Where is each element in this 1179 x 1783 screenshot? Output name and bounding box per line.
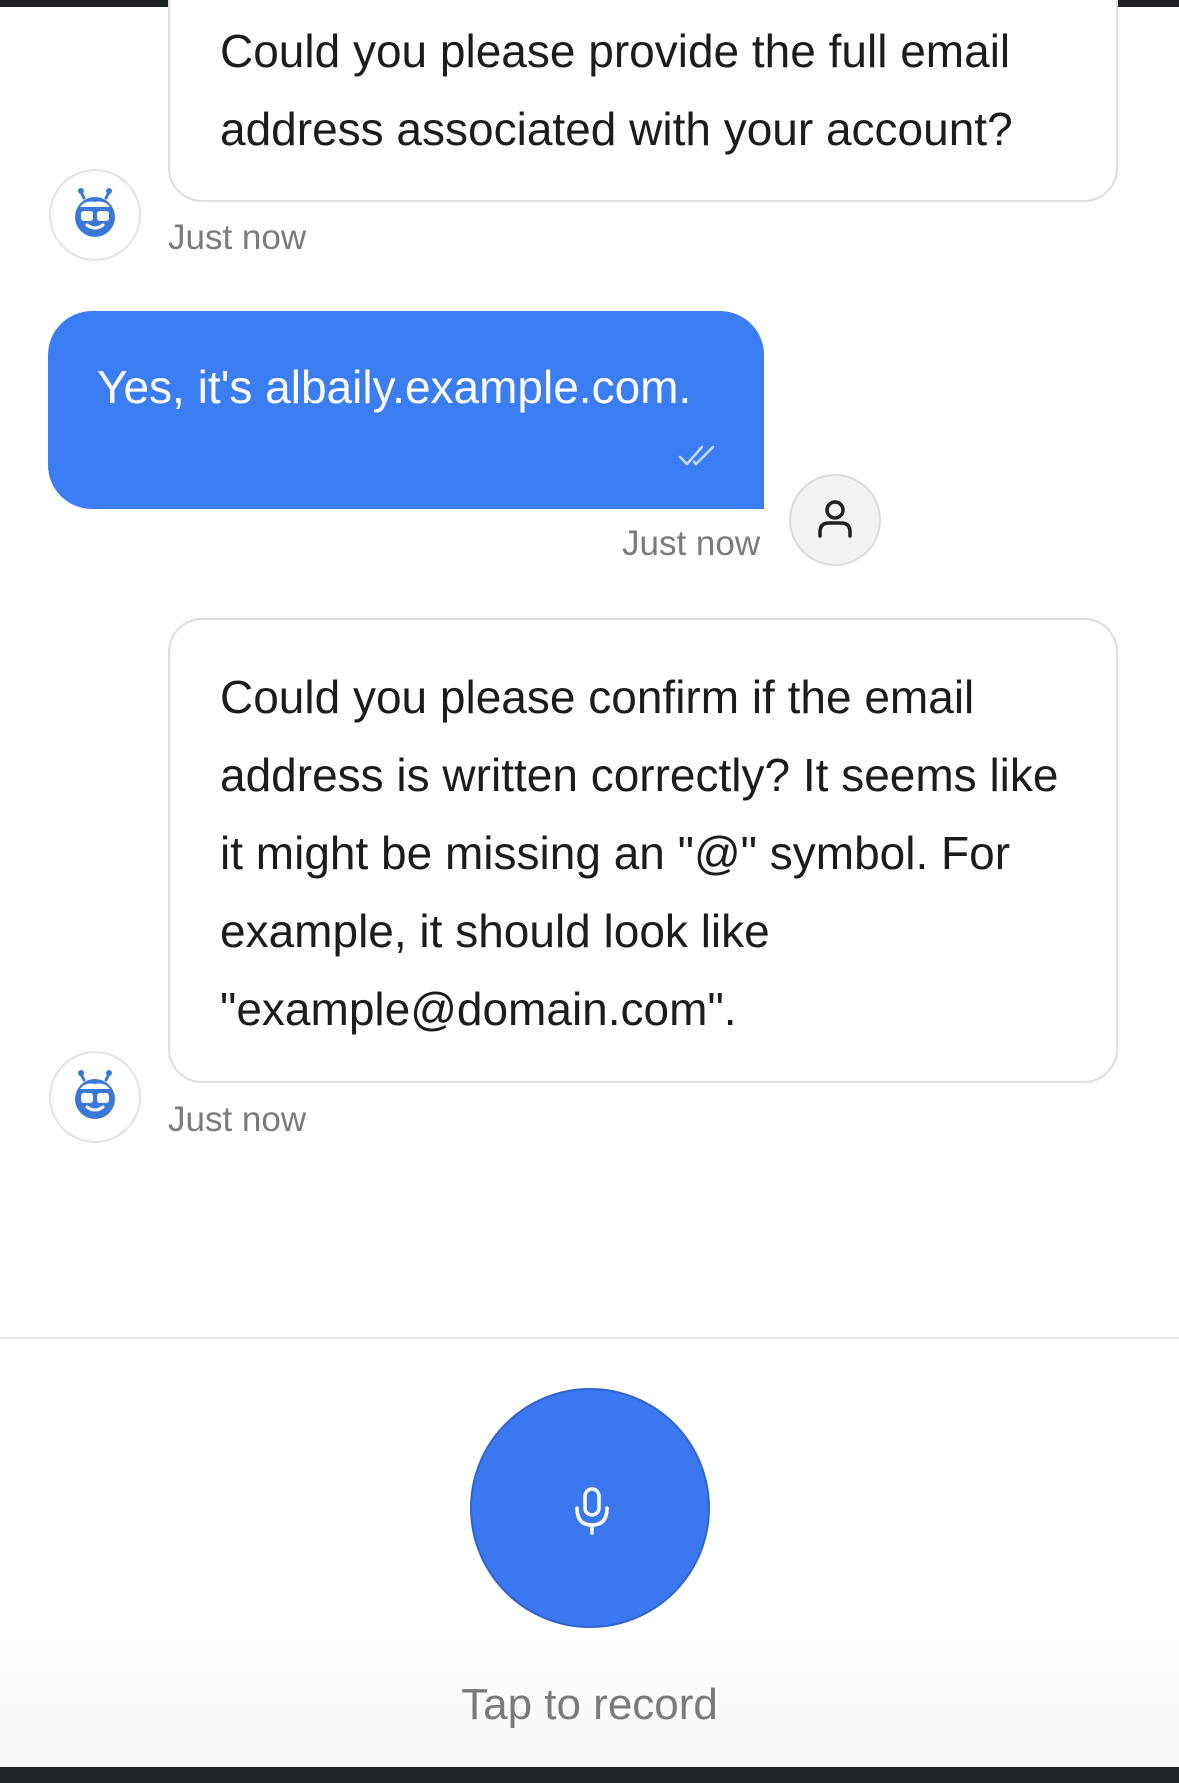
read-checkmark-icon [678, 445, 715, 466]
message-timestamp: Just now [622, 524, 761, 563]
bot-avatar-icon [75, 188, 115, 237]
message-timestamp: Just now [168, 1100, 307, 1139]
bot-message-bubble: Could you please confirm if the email ad… [168, 618, 1118, 1083]
user-avatar-icon [818, 500, 852, 538]
bot-message-text: Could you please confirm if the email ad… [220, 671, 1059, 1035]
bot-avatar [49, 1051, 141, 1143]
bot-message-text: Could you please provide the full email … [220, 25, 1013, 155]
home-indicator-edge [0, 1767, 1179, 1783]
record-label: Tap to record [461, 1680, 718, 1729]
user-message-text: Yes, it's albaily.example.com. [97, 361, 692, 413]
microphone-icon [575, 1487, 609, 1535]
record-button[interactable] [470, 1388, 710, 1628]
user-message-bubble: Yes, it's albaily.example.com. [48, 311, 764, 509]
bot-avatar-icon [75, 1070, 115, 1119]
bot-message-bubble: Could you please provide the full email … [168, 0, 1118, 202]
message-timestamp: Just now [168, 218, 307, 257]
user-avatar [789, 474, 881, 566]
bot-avatar [49, 169, 141, 261]
